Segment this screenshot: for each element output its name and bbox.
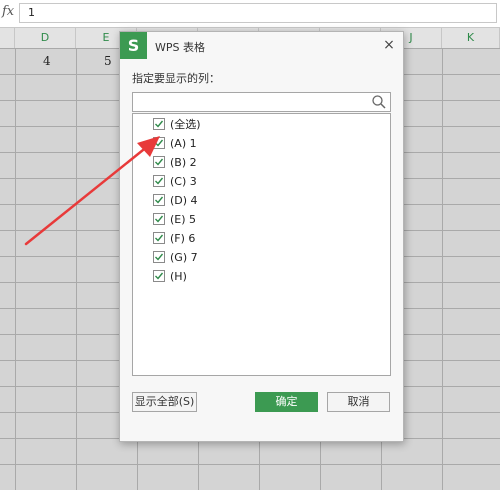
list-item-f[interactable]: (F) 6 — [153, 231, 195, 247]
formula-input[interactable]: 1 — [19, 3, 497, 23]
search-input[interactable] — [133, 93, 371, 109]
check-icon — [155, 272, 164, 280]
checkbox-e[interactable] — [153, 213, 165, 225]
column-list[interactable]: (全选) (A) 1 (B) 2 (C) 3 (D) 4 (E) 5 (F) 6… — [132, 113, 391, 376]
checkbox-select-all[interactable] — [153, 118, 165, 130]
list-item-label: (B) 2 — [170, 156, 197, 169]
list-item-label: (F) 6 — [170, 232, 196, 245]
checkbox-c[interactable] — [153, 175, 165, 187]
check-icon — [155, 120, 164, 128]
list-item-label: (G) 7 — [170, 251, 198, 264]
checkbox-h[interactable] — [153, 270, 165, 282]
checkbox-g[interactable] — [153, 251, 165, 263]
checkbox-d[interactable] — [153, 194, 165, 206]
column-header-d[interactable]: D — [15, 28, 76, 48]
dialog-title-bar[interactable]: S WPS 表格 × — [120, 32, 403, 60]
column-header-corner[interactable] — [0, 28, 15, 48]
list-item-g[interactable]: (G) 7 — [153, 250, 198, 266]
checkbox-f[interactable] — [153, 232, 165, 244]
list-item-d[interactable]: (D) 4 — [153, 193, 198, 209]
show-columns-dialog: S WPS 表格 × 指定要显示的列： (全选) (A) 1 (B) 2 (C)… — [119, 31, 404, 442]
cell-d1[interactable]: 4 — [43, 54, 51, 68]
show-all-button[interactable]: 显示全部(S) — [132, 392, 197, 412]
close-button[interactable]: × — [381, 37, 397, 53]
checkbox-b[interactable] — [153, 156, 165, 168]
list-item-label: (C) 3 — [170, 175, 197, 188]
list-item-select-all[interactable]: (全选) — [153, 117, 201, 133]
check-icon — [155, 177, 164, 185]
dialog-title: WPS 表格 — [155, 41, 205, 54]
ok-button[interactable]: 确定 — [255, 392, 318, 412]
cell-e1[interactable]: 5 — [104, 54, 112, 68]
list-item-e[interactable]: (E) 5 — [153, 212, 196, 228]
check-icon — [155, 234, 164, 242]
search-icon[interactable] — [371, 94, 387, 110]
column-header-k[interactable]: K — [442, 28, 500, 48]
check-icon — [155, 196, 164, 204]
list-item-b[interactable]: (B) 2 — [153, 155, 197, 171]
search-box — [132, 92, 391, 112]
list-item-label: (H) — [170, 270, 187, 283]
list-item-c[interactable]: (C) 3 — [153, 174, 197, 190]
prompt-label: 指定要显示的列： — [132, 72, 220, 85]
fx-label: fx — [2, 4, 15, 19]
wps-logo-icon: S — [120, 32, 147, 59]
checkbox-a[interactable] — [153, 137, 165, 149]
list-item-label: (D) 4 — [170, 194, 198, 207]
list-item-h[interactable]: (H) — [153, 269, 187, 285]
list-item-label: (E) 5 — [170, 213, 197, 226]
list-item-label: (A) 1 — [170, 137, 197, 150]
cancel-button[interactable]: 取消 — [327, 392, 390, 412]
check-icon — [155, 158, 164, 166]
formula-bar: fx 1 — [0, 0, 500, 28]
list-item-label: (全选) — [170, 118, 201, 131]
check-icon — [155, 139, 164, 147]
check-icon — [155, 215, 164, 223]
list-item-a[interactable]: (A) 1 — [153, 136, 197, 152]
check-icon — [155, 253, 164, 261]
